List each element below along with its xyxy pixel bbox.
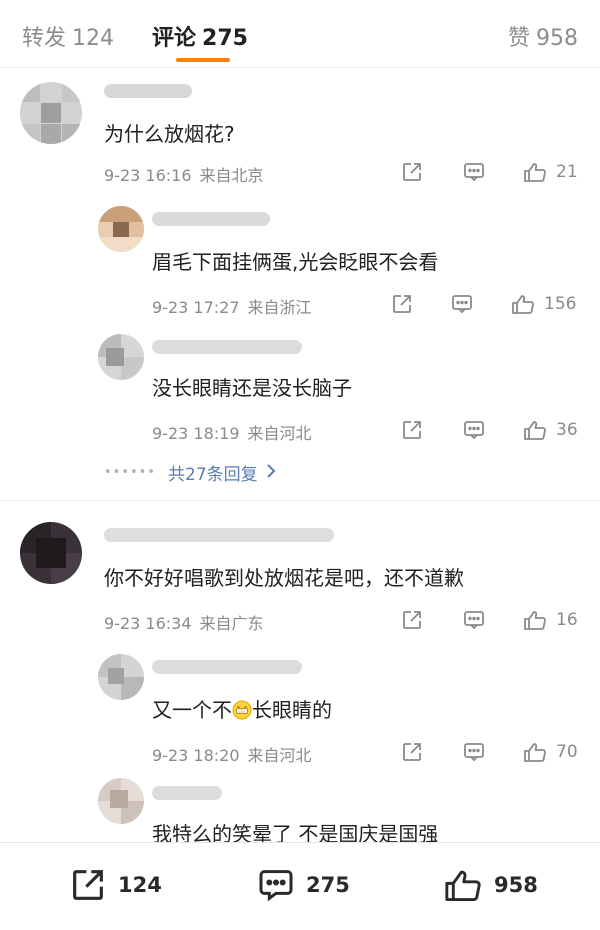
- repost-count: 124: [118, 873, 162, 897]
- grinning-face-icon: [232, 700, 252, 720]
- comment-count: 275: [306, 873, 350, 897]
- more-replies-link[interactable]: •••••• 共27条回复: [104, 460, 276, 485]
- thumbs-up-icon: [442, 865, 484, 905]
- like-button[interactable]: 156: [510, 292, 576, 316]
- username-blurred[interactable]: [152, 212, 270, 226]
- share-button[interactable]: [400, 160, 424, 184]
- reply-time: 9-23 18:19: [152, 424, 240, 443]
- tab-repost-count: 124: [72, 26, 115, 51]
- reply-text-after: 长眼睛的: [252, 698, 332, 722]
- thumbs-up-icon: [510, 292, 536, 316]
- reply-button[interactable]: [462, 160, 486, 184]
- comment-icon: [256, 865, 296, 905]
- thumbs-up-icon: [522, 740, 548, 764]
- tab-comment[interactable]: 评论 275: [152, 20, 248, 52]
- share-button[interactable]: [400, 418, 424, 442]
- comment-icon: [450, 292, 474, 316]
- like-count: 21: [556, 162, 578, 182]
- avatar[interactable]: [20, 82, 82, 144]
- like-button[interactable]: 70: [522, 740, 578, 764]
- comment-text: 你不好好唱歌到处放烟花是吧，还不道歉: [104, 566, 464, 590]
- tab-repost-label: 转发: [22, 26, 67, 51]
- avatar[interactable]: [98, 654, 144, 700]
- tab-like-count: 958: [536, 26, 578, 51]
- comment-icon: [462, 740, 486, 764]
- avatar[interactable]: [20, 522, 82, 584]
- share-icon: [390, 292, 414, 316]
- reply-meta: 9-23 17:27 来自浙江: [152, 294, 312, 318]
- like-button[interactable]: 16: [522, 608, 578, 632]
- thumbs-up-icon: [522, 418, 548, 442]
- avatar[interactable]: [98, 334, 144, 380]
- username-blurred[interactable]: [104, 528, 334, 542]
- bottom-action-bar: 124 275 958: [0, 842, 600, 930]
- reply-text: 眉毛下面挂俩蛋,光会眨眼不会看: [152, 250, 439, 274]
- comment-meta: 9-23 16:16 来自北京: [104, 162, 264, 186]
- tab-bar: 转发 124 评论 275 赞 958: [0, 0, 600, 68]
- tab-like-label: 赞: [507, 26, 530, 51]
- more-replies-label: 共27条回复: [168, 465, 258, 485]
- reply-button[interactable]: [462, 740, 486, 764]
- like-count: 958: [494, 873, 538, 897]
- tab-comment-count: 275: [202, 26, 248, 51]
- avatar[interactable]: [98, 206, 144, 252]
- reply-time: 9-23 17:27: [152, 298, 240, 317]
- comment-time: 9-23 16:16: [104, 166, 192, 185]
- like-count: 70: [556, 742, 578, 762]
- reply-location: 来自浙江: [247, 298, 312, 317]
- comment-divider: [0, 500, 600, 501]
- username-blurred[interactable]: [104, 84, 192, 98]
- username-blurred[interactable]: [152, 786, 222, 800]
- reply-meta: 9-23 18:19 来自河北: [152, 420, 312, 444]
- share-button[interactable]: [400, 740, 424, 764]
- chevron-right-icon: [266, 463, 276, 483]
- share-icon: [400, 160, 424, 184]
- avatar[interactable]: [98, 778, 144, 824]
- username-blurred[interactable]: [152, 660, 302, 674]
- dotted-leader: ••••••: [104, 465, 157, 480]
- reply-time: 9-23 18:20: [152, 746, 240, 765]
- reply-location: 来自河北: [247, 746, 312, 765]
- share-icon: [400, 740, 424, 764]
- comment-meta: 9-23 16:34 来自广东: [104, 610, 264, 634]
- tab-like[interactable]: 赞 958: [508, 20, 578, 52]
- comment-icon: [462, 160, 486, 184]
- share-icon: [400, 418, 424, 442]
- like-button[interactable]: 21: [522, 160, 578, 184]
- active-tab-indicator: [176, 58, 230, 62]
- comment-icon: [462, 608, 486, 632]
- reply-text: 又一个不 长眼睛的: [152, 694, 332, 723]
- tab-comment-label: 评论: [152, 26, 197, 51]
- like-button[interactable]: 36: [522, 418, 578, 442]
- like-count: 36: [556, 420, 578, 440]
- share-icon: [400, 608, 424, 632]
- reply-text: 没长眼睛还是没长脑子: [152, 376, 352, 400]
- reply-text-before: 又一个不: [152, 698, 232, 722]
- thumbs-up-icon: [522, 608, 548, 632]
- repost-button[interactable]: 124: [68, 865, 162, 905]
- like-count: 156: [544, 294, 577, 314]
- comment-location: 来自北京: [199, 166, 264, 185]
- reply-meta: 9-23 18:20 来自河北: [152, 742, 312, 766]
- comment-button[interactable]: 275: [256, 865, 350, 905]
- share-icon: [68, 865, 108, 905]
- comment-text: 为什么放烟花?: [104, 122, 235, 146]
- share-button[interactable]: [390, 292, 414, 316]
- reply-button[interactable]: [450, 292, 474, 316]
- comment-time: 9-23 16:34: [104, 614, 192, 633]
- tab-repost[interactable]: 转发 124: [22, 20, 114, 52]
- like-count: 16: [556, 610, 578, 630]
- username-blurred[interactable]: [152, 340, 302, 354]
- like-button[interactable]: 958: [442, 865, 538, 905]
- comment-icon: [462, 418, 486, 442]
- reply-location: 来自河北: [247, 424, 312, 443]
- share-button[interactable]: [400, 608, 424, 632]
- reply-button[interactable]: [462, 418, 486, 442]
- comment-location: 来自广东: [199, 614, 264, 633]
- thumbs-up-icon: [522, 160, 548, 184]
- reply-button[interactable]: [462, 608, 486, 632]
